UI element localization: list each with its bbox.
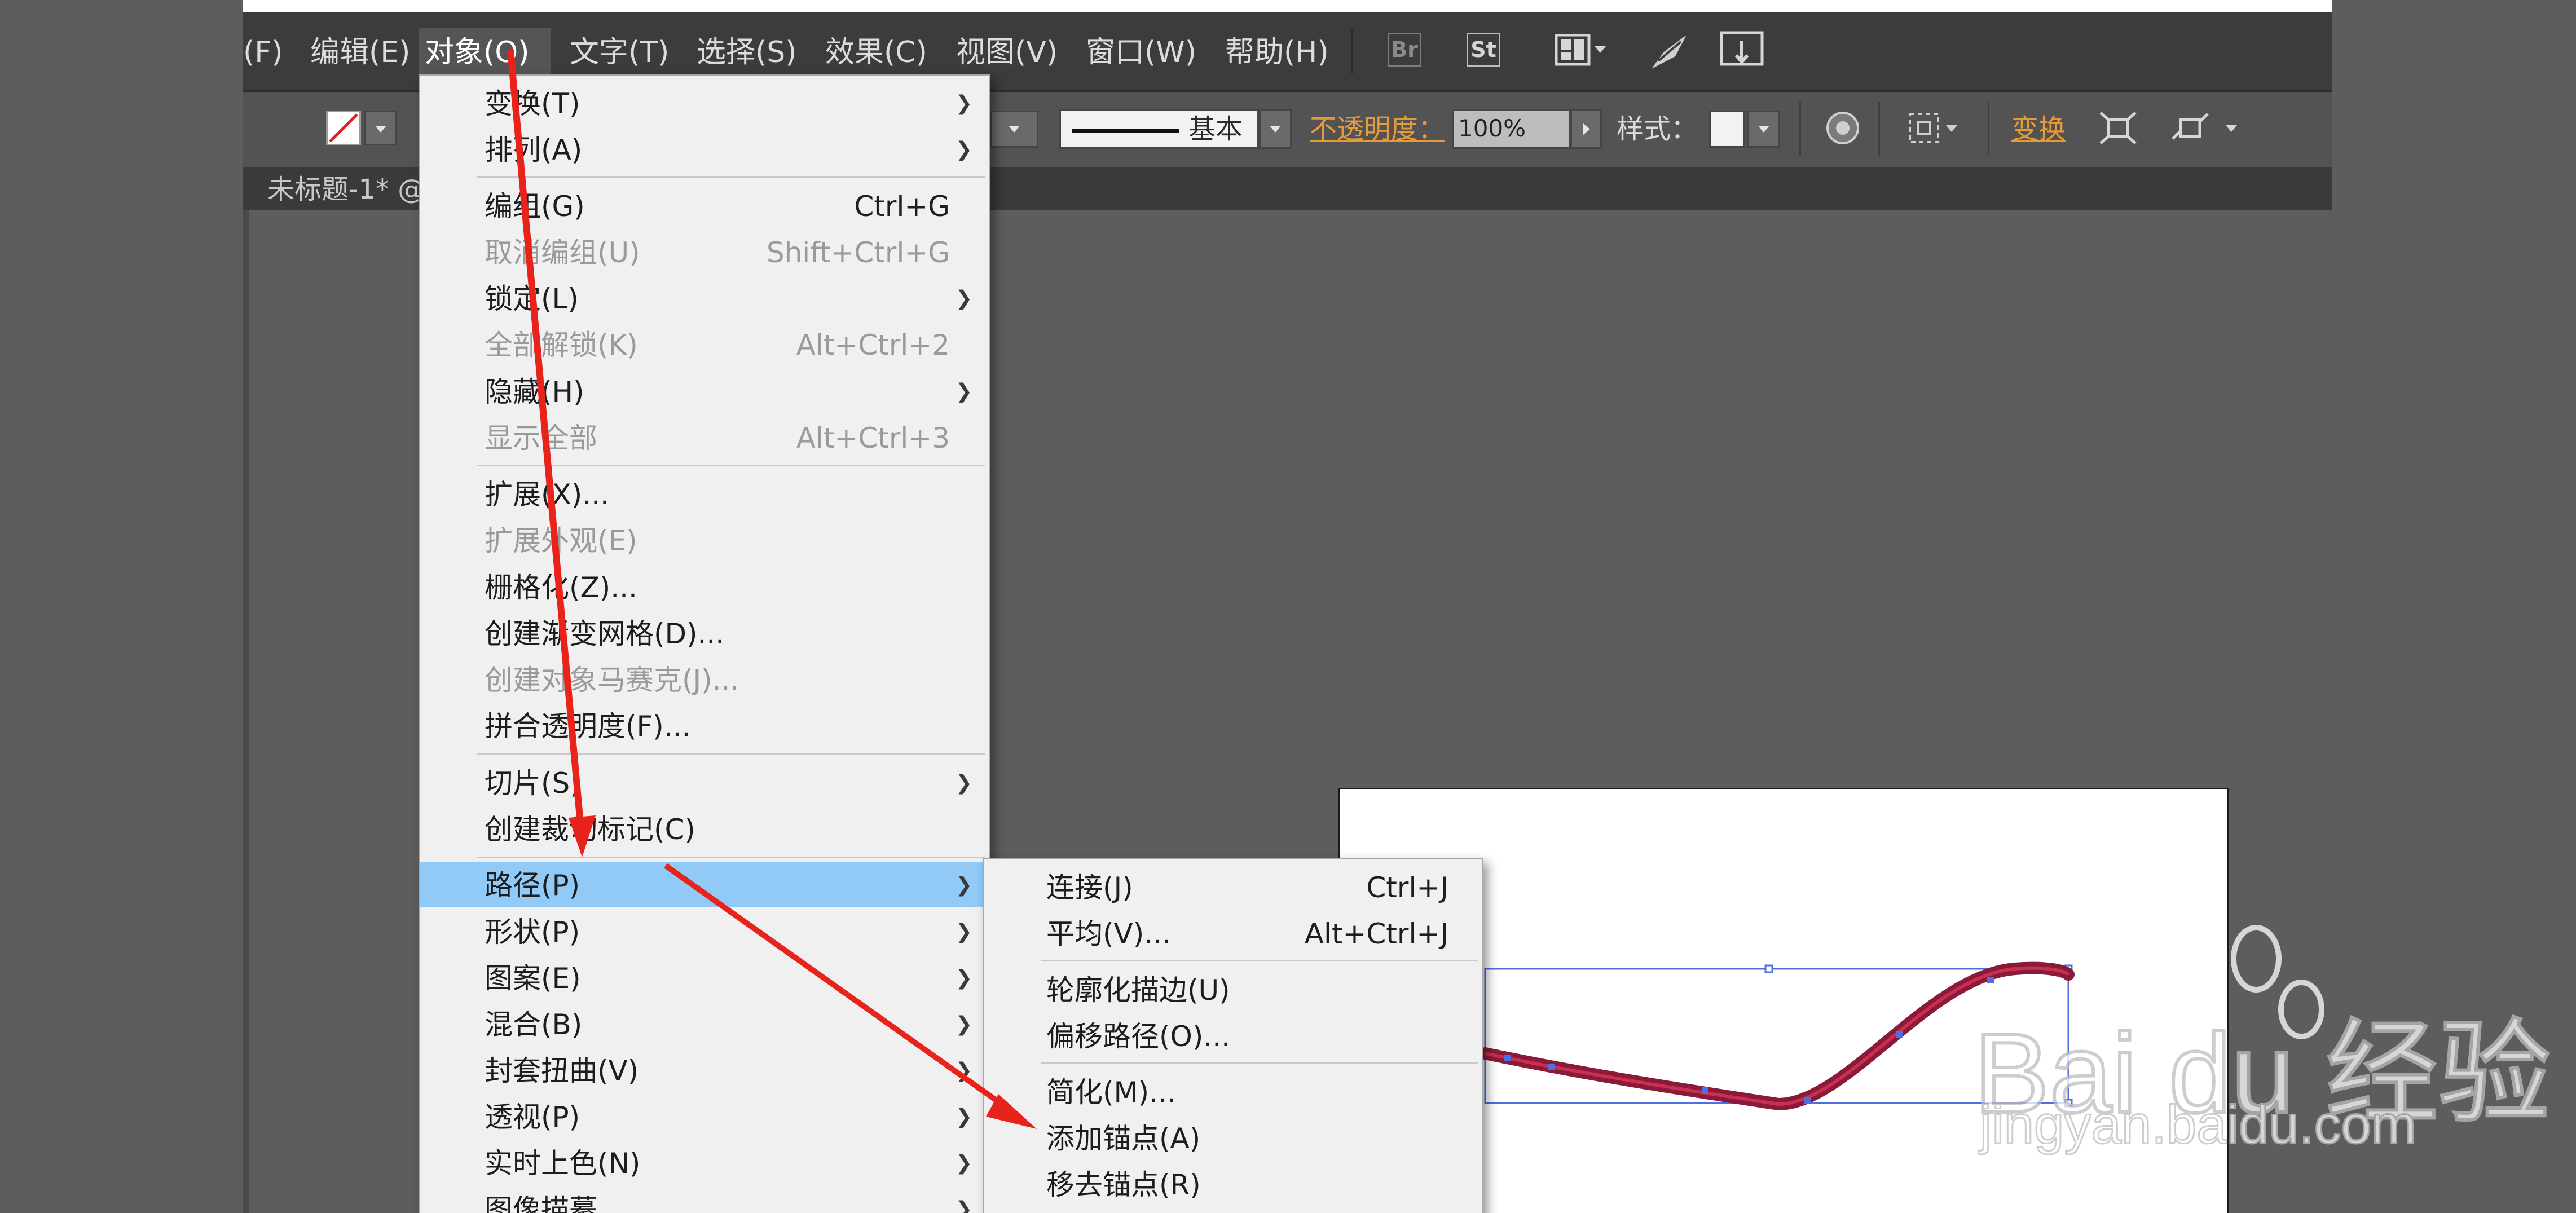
menu-item-hide[interactable]: 隐藏(H) ❯ (420, 369, 989, 414)
toolbar-divider (1799, 102, 1801, 156)
menubar-divider (1351, 29, 1353, 74)
menu-item-unlock-all[interactable]: 全部解锁(K) Alt+Ctrl+2 (420, 322, 989, 367)
stock-icon[interactable]: St (1467, 33, 1500, 67)
opacity-input[interactable]: 100% (1452, 109, 1570, 149)
menu-item-gradient-mesh[interactable]: 创建渐变网格(D)... (420, 611, 989, 656)
stroke-color-swatch[interactable] (326, 111, 361, 145)
chevron-right-icon: ❯ (955, 287, 972, 310)
chevron-right-icon: ❯ (955, 380, 972, 403)
menu-window[interactable]: 窗口(W) (1086, 28, 1196, 77)
menu-item-blend[interactable]: 混合(B) ❯ (420, 1002, 989, 1047)
style-dropdown[interactable] (1747, 111, 1780, 148)
opacity-arrow[interactable] (1570, 109, 1602, 149)
menu-item-arrange[interactable]: 排列(A) ❯ (420, 127, 989, 172)
menu-separator (477, 176, 985, 178)
opacity-label[interactable]: 不透明度： (1310, 112, 1445, 147)
menu-item-object-mosaic[interactable]: 创建对象马赛克(J)... (420, 657, 989, 702)
chevron-right-icon: ❯ (955, 1105, 972, 1128)
watermark-url: jingyan.baidu.com (1979, 1094, 2418, 1156)
menu-separator (477, 465, 985, 466)
stroke-dropdown[interactable] (364, 111, 397, 145)
chevron-right-icon: ❯ (955, 138, 972, 161)
menu-item-lock[interactable]: 锁定(L) ❯ (420, 276, 989, 321)
submenu-item-average[interactable]: 平均(V)... Alt+Ctrl+J (984, 911, 1482, 956)
menu-separator (477, 753, 985, 755)
submenu-item-offset-path[interactable]: 偏移路径(O)... (984, 1013, 1482, 1058)
recolor-artwork-icon[interactable] (1825, 111, 1860, 145)
menu-edit[interactable]: 编辑(E) (310, 28, 410, 77)
menu-item-expand-appearance[interactable]: 扩展外观(E) (420, 518, 989, 563)
stroke-profile-line (1072, 129, 1179, 133)
stroke-profile-field[interactable]: 基本 (1059, 109, 1259, 149)
menu-file[interactable]: (F) (243, 28, 283, 77)
menu-item-expand[interactable]: 扩展(X)... (420, 471, 989, 517)
chevron-right-icon: ❯ (955, 1059, 972, 1082)
chevron-right-icon: ❯ (955, 967, 972, 990)
submenu-item-add-anchor-points[interactable]: 添加锚点(A) (984, 1115, 1482, 1161)
menu-item-flatten-transparency[interactable]: 拼合透明度(F)... (420, 703, 989, 748)
toolbar-divider-3 (1988, 102, 1989, 156)
menu-item-trim-marks[interactable]: 创建裁切标记(C) (420, 806, 989, 852)
style-label: 样式： (1617, 113, 1698, 145)
menu-item-pattern[interactable]: 图案(E) ❯ (420, 955, 989, 1000)
menu-view[interactable]: 视图(V) (956, 28, 1058, 77)
arrange-documents-icon[interactable] (1719, 29, 1767, 72)
menu-item-path[interactable]: 路径(P) ❯ (420, 862, 989, 907)
object-menu-dropdown: 变换(T) ❯ 排列(A) ❯ 编组(G) Ctrl+G 取消编组(U) Shi… (419, 74, 990, 1213)
path-submenu: 连接(J) Ctrl+J 平均(V)... Alt+Ctrl+J 轮廓化描边(U… (983, 858, 1483, 1213)
menu-separator (477, 857, 985, 858)
menu-item-image-trace[interactable]: 图像描摹 ❯ (420, 1186, 989, 1213)
submenu-item-simplify[interactable]: 简化(M)... (984, 1069, 1482, 1114)
chevron-right-icon: ❯ (955, 92, 972, 115)
menu-item-show-all[interactable]: 显示全部 Alt+Ctrl+3 (420, 415, 989, 460)
chevron-right-icon: ❯ (955, 920, 972, 943)
toolbar-divider-2 (1878, 102, 1880, 156)
menu-item-shape[interactable]: 形状(P) ❯ (420, 909, 989, 954)
menu-type[interactable]: 文字(T) (570, 28, 669, 77)
align-selection-icon[interactable] (1906, 111, 1969, 145)
chevron-right-icon: ❯ (955, 1013, 972, 1036)
chevron-right-icon: ❯ (955, 771, 972, 795)
chevron-right-icon: ❯ (955, 874, 972, 897)
weight-dropdown[interactable] (990, 111, 1038, 148)
feather-icon[interactable] (1647, 29, 1692, 72)
style-swatch[interactable] (1709, 111, 1745, 148)
bridge-icon[interactable]: Br (1388, 33, 1421, 67)
isolate-icon[interactable] (2169, 111, 2243, 145)
menu-item-envelope-distort[interactable]: 封套扭曲(V) ❯ (420, 1048, 989, 1093)
bbox-handle (1764, 964, 1773, 973)
submenu-item-outline-stroke[interactable]: 轮廓化描边(U) (984, 967, 1482, 1012)
illustrator-window: { "menubar": { "items": [ {"label": "(F)… (0, 0, 2576, 1213)
stroke-profile-label: 基本 (1188, 113, 1243, 145)
transform-link[interactable]: 变换 (2011, 112, 2066, 147)
menu-item-ungroup[interactable]: 取消编组(U) Shift+Ctrl+G (420, 230, 989, 275)
chevron-right-icon: ❯ (955, 1198, 972, 1213)
menu-separator (1041, 960, 1478, 961)
menu-object[interactable]: 对象(O) (419, 28, 551, 77)
left-panel-edge (243, 210, 249, 1213)
menu-item-perspective[interactable]: 透视(P) ❯ (420, 1094, 989, 1139)
window-top-strip (243, 0, 2332, 12)
menu-effect[interactable]: 效果(C) (825, 28, 927, 77)
submenu-item-remove-anchor-points[interactable]: 移去锚点(R) (984, 1162, 1482, 1207)
menu-item-slice[interactable]: 切片(S) ❯ (420, 760, 989, 805)
menu-item-rasterize[interactable]: 栅格化(Z)... (420, 564, 989, 610)
anchor-points (1504, 977, 1994, 1104)
menu-item-live-paint[interactable]: 实时上色(N) ❯ (420, 1140, 989, 1185)
menu-select[interactable]: 选择(S) (697, 28, 797, 77)
menu-item-group[interactable]: 编组(G) Ctrl+G (420, 183, 989, 228)
fit-bounds-icon[interactable] (2098, 111, 2138, 145)
baidu-jingyan-watermark: Bai du 经验 jingyan.baidu.com (1972, 925, 2553, 1162)
submenu-item-join[interactable]: 连接(J) Ctrl+J (984, 864, 1482, 910)
menu-item-transform[interactable]: 变换(T) ❯ (420, 81, 989, 126)
chevron-right-icon: ❯ (955, 1152, 972, 1175)
stroke-profile-dropdown[interactable] (1259, 109, 1292, 149)
workspace-layout-icon[interactable] (1555, 33, 1611, 67)
menu-separator (1041, 1062, 1478, 1064)
document-tab[interactable]: 未标题-1* @ (267, 169, 425, 210)
menu-help[interactable]: 帮助(H) (1225, 28, 1329, 77)
